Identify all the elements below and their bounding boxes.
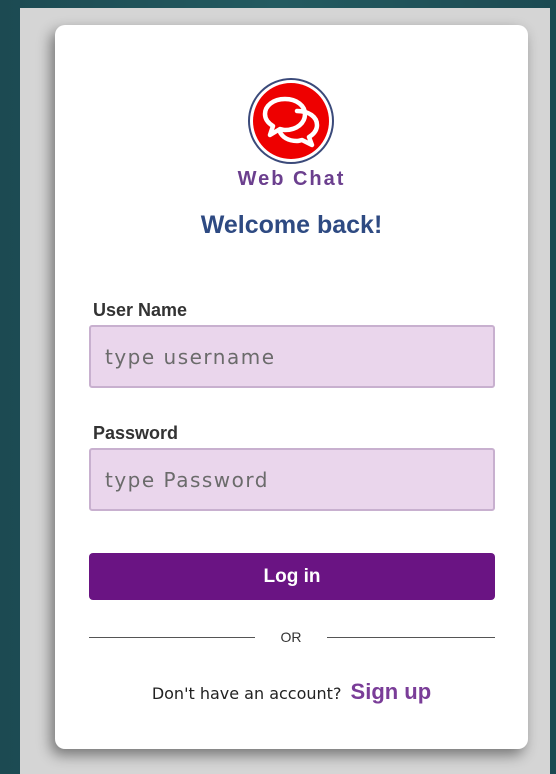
password-label: Password [93, 423, 179, 443]
login-button[interactable]: Log in [89, 553, 495, 600]
login-card: Web Chat Welcome back! User Name Passwor… [55, 25, 528, 749]
divider-line-right [327, 637, 495, 638]
chat-bubbles-icon [253, 83, 329, 159]
or-divider: OR [89, 628, 495, 648]
app-logo [248, 78, 334, 164]
username-label: User Name [93, 300, 188, 320]
signup-link[interactable]: Sign up [351, 679, 432, 704]
signup-row: Don't have an account? Sign up [55, 679, 528, 705]
signup-prompt: Don't have an account? [151, 684, 342, 703]
username-input[interactable] [89, 325, 495, 388]
divider-line-left [89, 637, 255, 638]
password-input[interactable] [89, 448, 495, 511]
divider-text: OR [280, 629, 302, 645]
app-name: Web Chat [237, 168, 346, 190]
page-title: Welcome back! [200, 211, 383, 239]
page-background: Web Chat Welcome back! User Name Passwor… [0, 0, 556, 774]
